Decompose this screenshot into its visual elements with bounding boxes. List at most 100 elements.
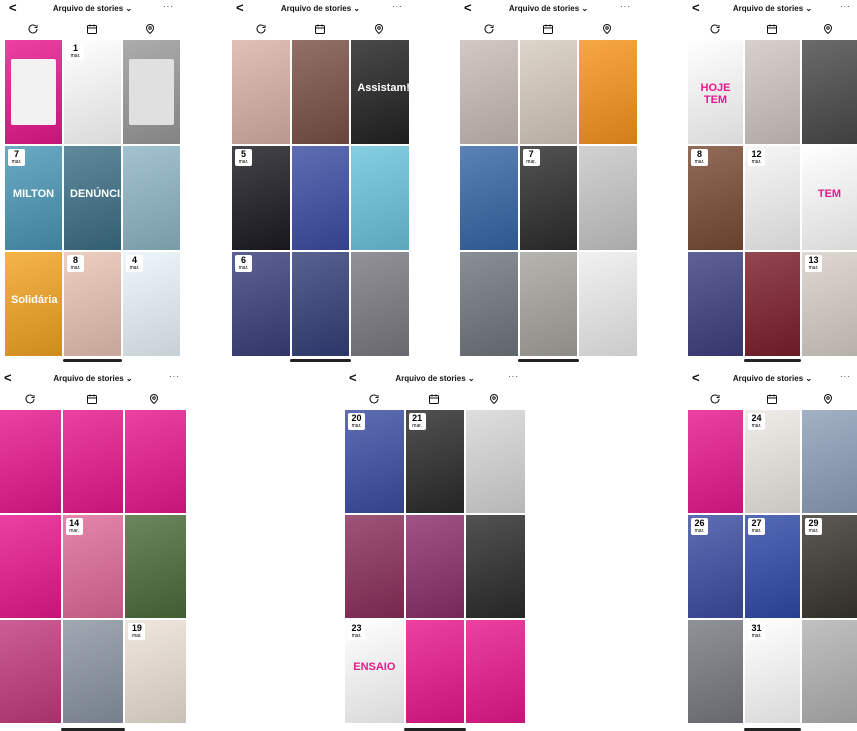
location-icon[interactable] [822, 22, 836, 36]
story-thumbnail[interactable]: 8 mar. [64, 252, 121, 356]
story-thumbnail[interactable] [688, 252, 743, 356]
story-thumbnail[interactable] [579, 146, 637, 250]
location-icon[interactable] [144, 22, 158, 36]
calendar-icon[interactable] [428, 392, 442, 406]
story-thumbnail[interactable] [405, 515, 465, 618]
location-icon[interactable] [822, 392, 836, 406]
story-thumbnail[interactable]: 26 mar. [688, 515, 743, 618]
more-options-icon[interactable]: ··· [840, 2, 851, 12]
story-thumbnail[interactable]: 31 mar. [745, 620, 800, 723]
story-thumbnail[interactable] [466, 410, 525, 513]
scroll-indicator[interactable] [518, 359, 579, 362]
story-thumbnail[interactable]: 14 mar. [62, 515, 124, 618]
page-title[interactable]: Arquivo de stories ⌄ [460, 4, 637, 14]
location-icon[interactable] [148, 392, 162, 406]
more-options-icon[interactable]: ··· [392, 2, 403, 12]
story-thumbnail[interactable] [405, 620, 465, 723]
story-thumbnail[interactable]: 24 mar. [745, 410, 800, 513]
calendar-icon[interactable] [314, 22, 328, 36]
story-thumbnail[interactable]: 6 mar. [232, 252, 290, 356]
page-title[interactable]: Arquivo de stories ⌄ [0, 374, 186, 384]
refresh-icon[interactable] [368, 392, 382, 406]
story-thumbnail[interactable] [802, 620, 857, 723]
story-thumbnail[interactable]: 8 mar. [688, 146, 743, 250]
story-thumbnail[interactable] [745, 40, 800, 144]
more-options-icon[interactable]: ··· [169, 372, 180, 382]
more-options-icon[interactable]: ··· [840, 372, 851, 382]
story-thumbnail[interactable] [579, 40, 637, 144]
refresh-icon[interactable] [483, 22, 497, 36]
story-thumbnail[interactable] [123, 40, 180, 144]
story-thumbnail[interactable]: 7 mar. [519, 146, 578, 250]
location-icon[interactable] [601, 22, 615, 36]
refresh-icon[interactable] [255, 22, 269, 36]
more-options-icon[interactable]: ··· [508, 372, 519, 382]
story-thumbnail[interactable]: TEM [802, 146, 857, 250]
story-thumbnail[interactable] [291, 146, 350, 250]
story-thumbnail[interactable] [802, 410, 857, 513]
story-thumbnail[interactable] [125, 410, 186, 513]
story-thumbnail[interactable]: 27 mar. [745, 515, 800, 618]
scroll-indicator[interactable] [290, 359, 351, 362]
story-thumbnail[interactable] [466, 620, 525, 723]
story-thumbnail[interactable] [291, 40, 350, 144]
story-thumbnail[interactable] [460, 252, 518, 356]
story-thumbnail[interactable] [232, 40, 290, 144]
story-thumbnail[interactable] [62, 410, 124, 513]
calendar-icon[interactable] [766, 392, 780, 406]
calendar-icon[interactable] [86, 22, 100, 36]
more-options-icon[interactable]: ··· [163, 2, 174, 12]
refresh-icon[interactable] [709, 392, 723, 406]
story-thumbnail[interactable] [688, 620, 743, 723]
story-thumbnail[interactable] [0, 515, 61, 618]
story-thumbnail[interactable]: HOJE TEM [688, 40, 743, 144]
story-thumbnail[interactable] [579, 252, 637, 356]
story-thumbnail[interactable] [519, 252, 578, 356]
story-thumbnail[interactable] [123, 146, 180, 250]
story-thumbnail[interactable] [125, 515, 186, 618]
refresh-icon[interactable] [24, 392, 38, 406]
page-title[interactable]: Arquivo de stories ⌄ [688, 374, 857, 384]
story-thumbnail[interactable] [345, 515, 404, 618]
refresh-icon[interactable] [709, 22, 723, 36]
calendar-icon[interactable] [86, 392, 100, 406]
story-thumbnail[interactable]: 5 mar. [232, 146, 290, 250]
page-title[interactable]: Arquivo de stories ⌄ [5, 4, 180, 14]
story-thumbnail[interactable] [62, 620, 124, 723]
story-thumbnail[interactable]: MILTON 7 mar. [5, 146, 62, 250]
story-thumbnail[interactable]: 13 mar. [802, 252, 857, 356]
story-thumbnail[interactable] [0, 620, 61, 723]
story-thumbnail[interactable] [291, 252, 350, 356]
calendar-icon[interactable] [542, 22, 556, 36]
story-thumbnail[interactable] [802, 40, 857, 144]
location-icon[interactable] [488, 392, 502, 406]
story-thumbnail[interactable]: 12 mar. [745, 146, 800, 250]
story-thumbnail[interactable]: 1 mar. [64, 40, 121, 144]
page-title[interactable]: Arquivo de stories ⌄ [232, 4, 409, 14]
story-thumbnail[interactable]: Assistam!! [351, 40, 409, 144]
story-thumbnail[interactable]: Solidária [5, 252, 62, 356]
story-thumbnail[interactable] [351, 252, 409, 356]
story-thumbnail[interactable]: DENÚNCIA [64, 146, 121, 250]
page-title[interactable]: Arquivo de stories ⌄ [688, 4, 857, 14]
story-thumbnail[interactable]: 21 mar. [405, 410, 465, 513]
story-thumbnail[interactable] [5, 40, 62, 144]
story-thumbnail[interactable] [0, 410, 61, 513]
story-thumbnail[interactable]: 20 mar. [345, 410, 404, 513]
story-thumbnail[interactable] [466, 515, 525, 618]
story-thumbnail[interactable]: 4 mar. [123, 252, 180, 356]
page-title[interactable]: Arquivo de stories ⌄ [345, 374, 525, 384]
scroll-indicator[interactable] [743, 359, 802, 362]
story-thumbnail[interactable]: ENSAIO 23 mar. [345, 620, 404, 723]
calendar-icon[interactable] [766, 22, 780, 36]
scroll-indicator[interactable] [62, 359, 123, 362]
story-thumbnail[interactable] [460, 146, 518, 250]
location-icon[interactable] [373, 22, 387, 36]
story-thumbnail[interactable]: 29 mar. [802, 515, 857, 618]
more-options-icon[interactable]: ··· [620, 2, 631, 12]
story-thumbnail[interactable] [519, 40, 578, 144]
story-thumbnail[interactable] [688, 410, 743, 513]
story-thumbnail[interactable] [460, 40, 518, 144]
story-thumbnail[interactable] [745, 252, 800, 356]
story-thumbnail[interactable] [351, 146, 409, 250]
